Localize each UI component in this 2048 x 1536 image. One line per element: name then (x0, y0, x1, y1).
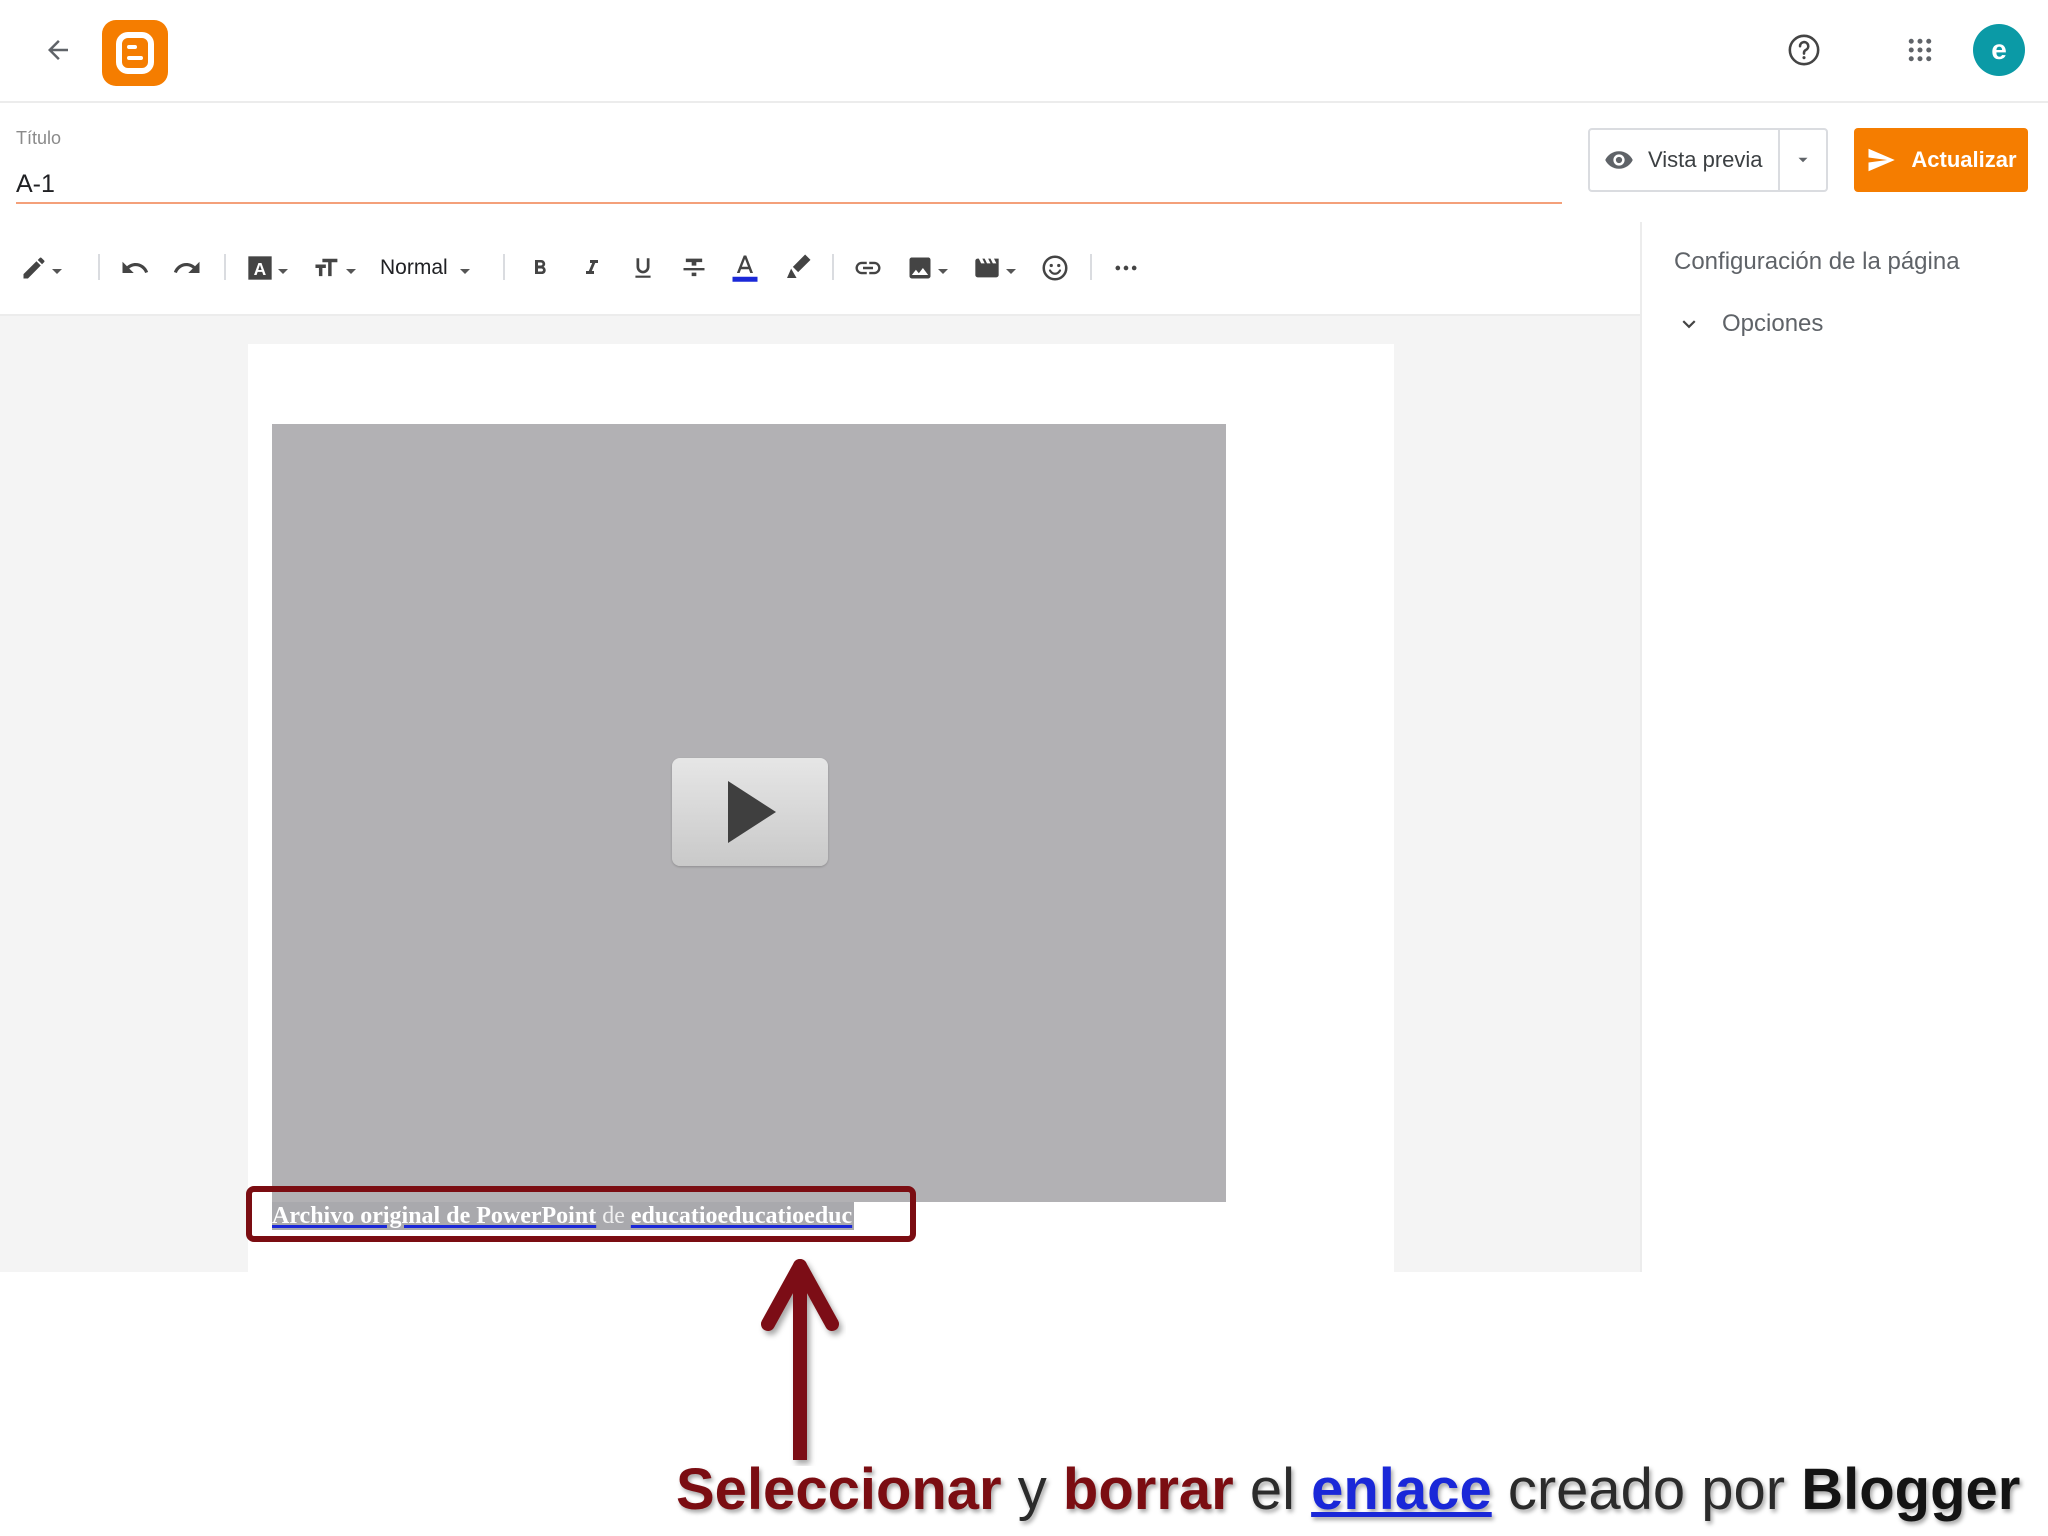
preview-group: Vista previa (1588, 128, 1828, 192)
editor-toolbar: A Normal (0, 222, 1640, 316)
pencil-icon (23, 257, 45, 279)
highlight-button[interactable] (782, 250, 812, 286)
back-button[interactable] (34, 26, 82, 74)
svg-text:A: A (254, 259, 267, 279)
image-icon (909, 257, 931, 279)
underline-button[interactable] (630, 250, 656, 286)
text-color-icon (732, 255, 758, 282)
insert-image-button[interactable] (906, 250, 948, 286)
instruction-word: creado por (1507, 1457, 1786, 1522)
preview-dropdown-button[interactable] (1778, 130, 1826, 190)
annotation-arrow (761, 1259, 839, 1460)
title-label: Título (16, 128, 62, 148)
send-icon (1868, 148, 1896, 172)
bold-button[interactable] (528, 250, 552, 286)
undo-button[interactable] (120, 250, 150, 286)
instruction-word: el (1249, 1457, 1295, 1522)
caret-down-icon (1798, 157, 1808, 163)
text-color-button[interactable] (730, 250, 760, 286)
emoji-button[interactable] (1040, 250, 1070, 286)
italic-button[interactable] (580, 250, 604, 286)
instruction-word: Blogger (1801, 1457, 2021, 1522)
arrow-left-icon (48, 40, 68, 60)
options-label: Opciones (1722, 310, 1824, 337)
strikethrough-icon (683, 258, 705, 277)
video-icon (975, 258, 999, 278)
options-expander[interactable]: Opciones (1676, 310, 1823, 338)
link-button[interactable] (852, 250, 884, 286)
settings-panel (1640, 222, 2048, 1272)
avatar[interactable]: e (1973, 24, 2025, 76)
instruction-word: enlace (1311, 1457, 1492, 1522)
title-input[interactable] (16, 166, 1562, 204)
more-icon (1115, 265, 1137, 271)
emoji-icon (1042, 255, 1068, 281)
eye-icon (1605, 151, 1633, 169)
chevron-down-icon (1682, 320, 1696, 329)
help-button[interactable] (1780, 26, 1828, 74)
redo-button[interactable] (172, 250, 202, 286)
highlight-icon (787, 254, 811, 278)
link-icon (855, 261, 881, 275)
redo-icon (173, 261, 200, 273)
more-options-button[interactable] (1112, 250, 1140, 286)
toolbar-divider (224, 254, 226, 280)
font-size-icon (315, 258, 338, 277)
preview-button[interactable]: Vista previa (1590, 130, 1778, 190)
settings-panel-title: Configuración de la página (1674, 248, 1960, 275)
strikethrough-button[interactable] (680, 250, 708, 286)
insert-video-button[interactable] (972, 250, 1016, 286)
play-icon (728, 781, 776, 843)
preview-label: Vista previa (1648, 147, 1763, 172)
apps-button[interactable] (1896, 26, 1944, 74)
instruction-word: y (1017, 1457, 1047, 1522)
play-button[interactable] (672, 758, 828, 866)
top-app-bar (0, 0, 2048, 103)
paragraph-style-value: Normal (380, 256, 448, 279)
font-button[interactable]: A (246, 250, 288, 286)
toolbar-divider (98, 254, 100, 280)
help-circle-icon (1788, 34, 1820, 66)
blogger-logo-icon (102, 20, 168, 86)
paragraph-style-select[interactable]: Normal (380, 250, 470, 286)
underline-icon (635, 258, 651, 278)
instruction-word: borrar (1062, 1457, 1234, 1522)
toolbar-divider (832, 254, 834, 280)
apps-grid-icon (1908, 38, 1932, 62)
toolbar-divider (1090, 254, 1092, 280)
update-button[interactable]: Actualizar (1854, 128, 2028, 192)
font-size-button[interactable] (312, 250, 356, 286)
instruction-word: Seleccionar (676, 1457, 1002, 1522)
compose-mode-button[interactable] (20, 250, 62, 286)
toolbar-divider (503, 254, 505, 280)
update-label: Actualizar (1911, 147, 2017, 172)
instruction-caption: Seleccionar y borrar el enlace creado po… (676, 1456, 2020, 1523)
italic-icon (586, 260, 598, 274)
highlight-box (246, 1186, 916, 1242)
font-icon: A (248, 256, 272, 280)
bold-icon (535, 260, 546, 274)
undo-icon (122, 261, 149, 273)
